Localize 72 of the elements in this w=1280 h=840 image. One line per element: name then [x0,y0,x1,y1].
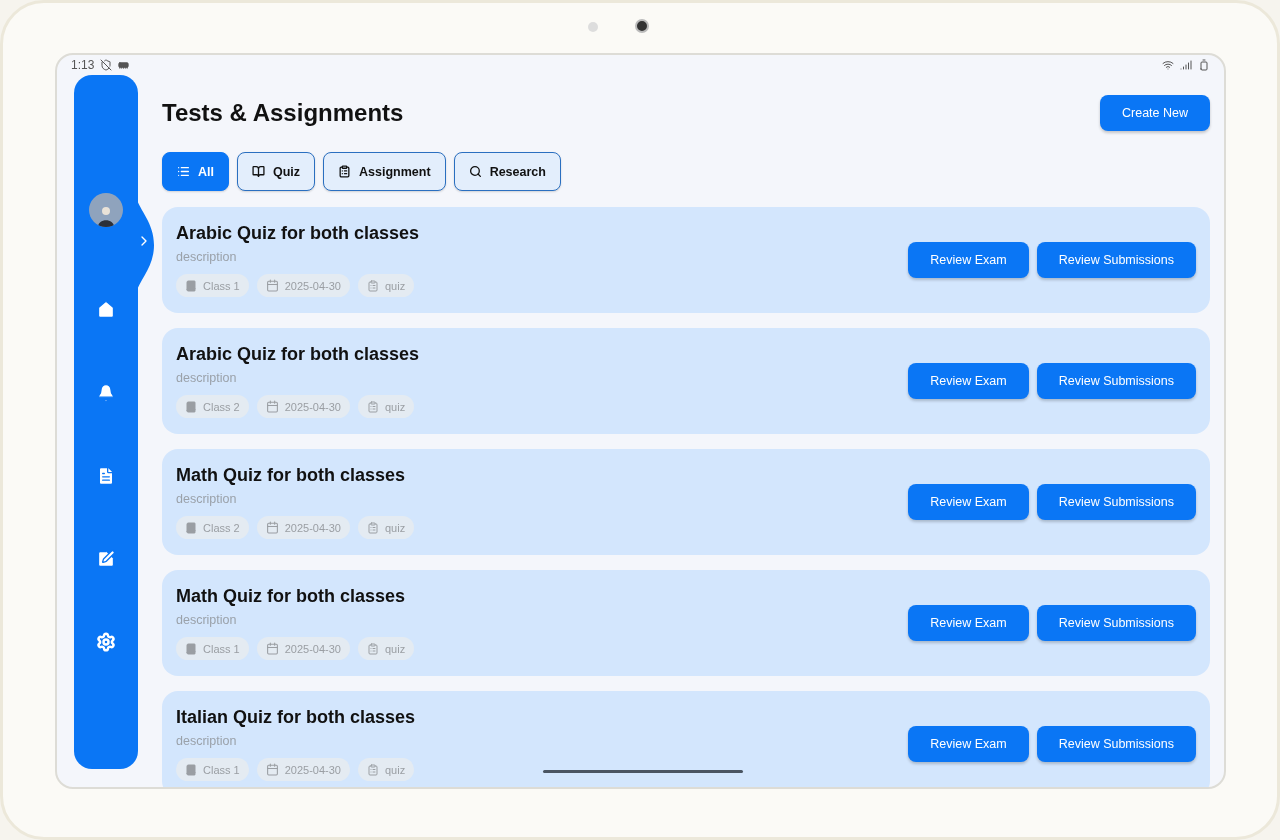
book-icon [185,521,197,534]
date-tag: 2025-04-30 [256,637,350,660]
date-tag: 2025-04-30 [256,395,350,418]
class-tag: Class 1 [176,274,249,297]
signal-icon [1180,59,1192,71]
filter-chip[interactable]: All [162,152,229,191]
card-title: Arabic Quiz for both classes [176,344,420,365]
card-description: description [176,371,238,385]
clipboard-icon [366,763,379,776]
card-title: Italian Quiz for both classes [176,707,416,728]
review-button[interactable]: Review Exam [908,605,1029,641]
calendar-icon [265,763,279,776]
date-tag: 2025-04-30 [256,274,350,297]
clipboard-icon [338,165,352,178]
class-tag: Class 1 [176,758,249,781]
card-description: description [176,613,238,627]
book-icon [185,400,197,413]
camera-lens [635,19,649,33]
review-button[interactable]: Review Submissions [1036,242,1196,278]
wifi-icon [1162,59,1174,71]
status-time: 1:13 [71,58,95,72]
type-tag: quiz [357,758,415,781]
review-button[interactable]: Review Exam [908,363,1029,399]
page-title: Tests & Assignments [162,99,404,127]
review-button[interactable]: Review Submissions [1036,726,1196,762]
card-title: Math Quiz for both classes [176,586,407,607]
review-button[interactable]: Review Submissions [1036,605,1196,641]
sensor-dot [588,22,598,32]
review-button[interactable]: Review Submissions [1036,363,1196,399]
filter-chip[interactable]: Research [453,152,561,191]
calendar-icon [265,642,279,655]
class-tag: Class 2 [176,395,249,418]
type-tag: quiz [357,516,415,539]
type-tag: quiz [357,637,415,660]
type-tag: quiz [357,274,415,297]
clipboard-icon [366,279,379,292]
calendar-icon [265,279,279,292]
card-title: Arabic Quiz for both classes [176,223,420,244]
review-button[interactable]: Review Exam [908,242,1029,278]
type-tag: quiz [357,395,415,418]
filter-chip[interactable]: Assignment [323,152,446,191]
calendar-icon [265,400,279,413]
card-description: description [176,492,238,506]
review-button[interactable]: Review Submissions [1036,484,1196,520]
clipboard-icon [366,521,379,534]
clipboard-icon [366,642,379,655]
date-tag: 2025-04-30 [256,516,350,539]
book-icon [185,763,197,776]
filter-chip[interactable]: Quiz [237,152,316,191]
card-description: description [176,734,238,748]
card-description: description [176,250,238,264]
review-button[interactable]: Review Exam [908,726,1029,762]
shield-icon [100,59,113,71]
card-title: Math Quiz for both classes [176,465,407,486]
date-tag: 2025-04-30 [256,758,350,781]
list-icon [177,165,190,178]
class-tag: Class 2 [176,516,249,539]
battery-icon [1198,59,1210,71]
book-icon [185,642,197,655]
clipboard-icon [366,400,379,413]
search-icon [468,165,482,178]
edit-icon[interactable] [96,549,116,569]
settings-icon[interactable] [96,632,116,652]
avatar[interactable] [89,193,123,227]
review-button[interactable]: Review Exam [908,484,1029,520]
home-icon[interactable] [96,300,116,320]
create-new-button[interactable]: Create New [1100,95,1210,131]
book-icon [185,279,197,292]
class-tag: Class 1 [176,637,249,660]
bell-icon[interactable] [96,383,116,403]
book-icon [252,165,265,178]
calendar-icon [265,521,279,534]
